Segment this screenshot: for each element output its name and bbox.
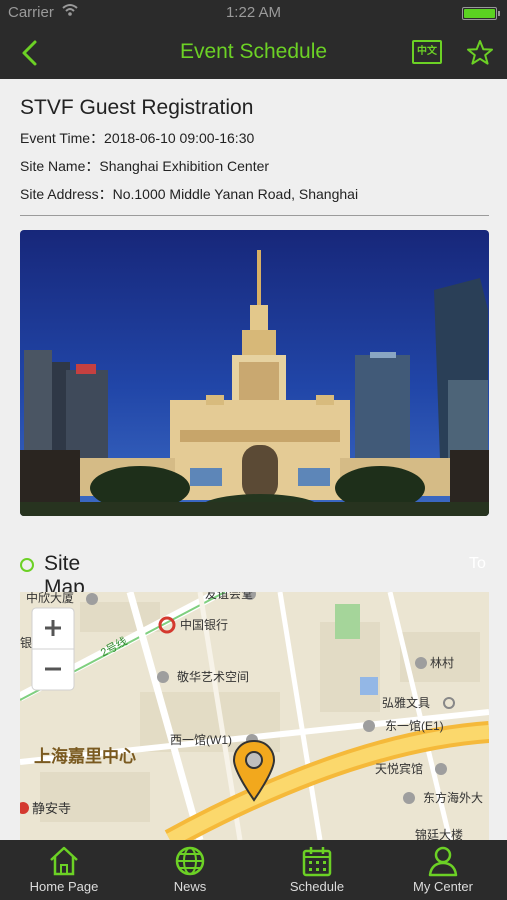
clock: 1:22 AM (225, 4, 282, 21)
venue-photo (20, 230, 489, 516)
home-icon (50, 846, 78, 876)
map-label: 友谊会堂 (205, 592, 253, 601)
language-toggle-button[interactable]: 中文 (412, 40, 442, 64)
event-time-label: Event Time： (20, 130, 105, 146)
map-label: 锦廷大楼 (415, 827, 463, 840)
event-detail: STVF Guest Registration Event Time：2018-… (0, 79, 507, 840)
site-name-value: Shanghai Exhibition Center (99, 158, 270, 174)
nav-bar: Event Schedule 中文 (0, 26, 507, 79)
battery-icon (462, 7, 500, 20)
map-label: 静安寺 (32, 801, 71, 816)
tab-bar: Home Page News Schedule My Center (0, 840, 507, 900)
map-label: 上海嘉里中心 (34, 746, 136, 766)
map-label: 中欣大厦 (26, 592, 74, 605)
tab-label: Schedule (289, 879, 345, 894)
globe-icon (175, 846, 205, 876)
map-label: 东一馆(E1) (385, 718, 444, 733)
tab-label: News (173, 879, 207, 894)
site-name-row: Site Name：Shanghai Exhibition Center (20, 156, 269, 176)
calendar-icon (302, 847, 332, 877)
map-label: 林村 (430, 656, 454, 670)
site-address-row: Site Address：No.1000 Middle Yanan Road, … (20, 184, 358, 204)
site-address-label: Site Address： (20, 186, 113, 202)
map-label: 敬华艺术空间 (177, 670, 249, 684)
tab-my-center[interactable]: My Center (380, 840, 506, 900)
user-icon (428, 846, 458, 877)
tab-home[interactable]: Home Page (1, 840, 127, 900)
site-address-value: No.1000 Middle Yanan Road, Shanghai (112, 186, 359, 202)
site-name-label: Site Name： (20, 158, 100, 174)
tab-label: My Center (413, 879, 473, 894)
status-bar: Carrier 1:22 AM (0, 0, 507, 26)
map-label: 天悦宾馆 (375, 761, 423, 776)
event-time-value: 2018-06-10 09:00-16:30 (104, 130, 255, 146)
event-title: STVF Guest Registration (20, 96, 254, 119)
map-label: 东方海外大 (423, 790, 483, 805)
bullet-icon (20, 558, 34, 572)
map-label: 中国银行 (180, 617, 228, 632)
zoom-control (31, 607, 75, 691)
tab-news[interactable]: News (127, 840, 253, 900)
tab-schedule[interactable]: Schedule (254, 840, 380, 900)
map-label: 西一馆(W1) (170, 732, 232, 747)
divider (20, 215, 489, 216)
site-map[interactable]: 中欣大厦 友谊会堂 中国银行 2号线 银行 林村 敬华艺术空间 弘雅文具 东一馆… (20, 592, 489, 840)
tab-label: Home Page (29, 879, 99, 894)
map-route-hint[interactable]: To (469, 555, 486, 573)
favorite-star-icon[interactable] (466, 39, 494, 67)
map-label: 弘雅文具 (382, 695, 430, 710)
event-time-row: Event Time：2018-06-10 09:00-16:30 (20, 128, 254, 148)
